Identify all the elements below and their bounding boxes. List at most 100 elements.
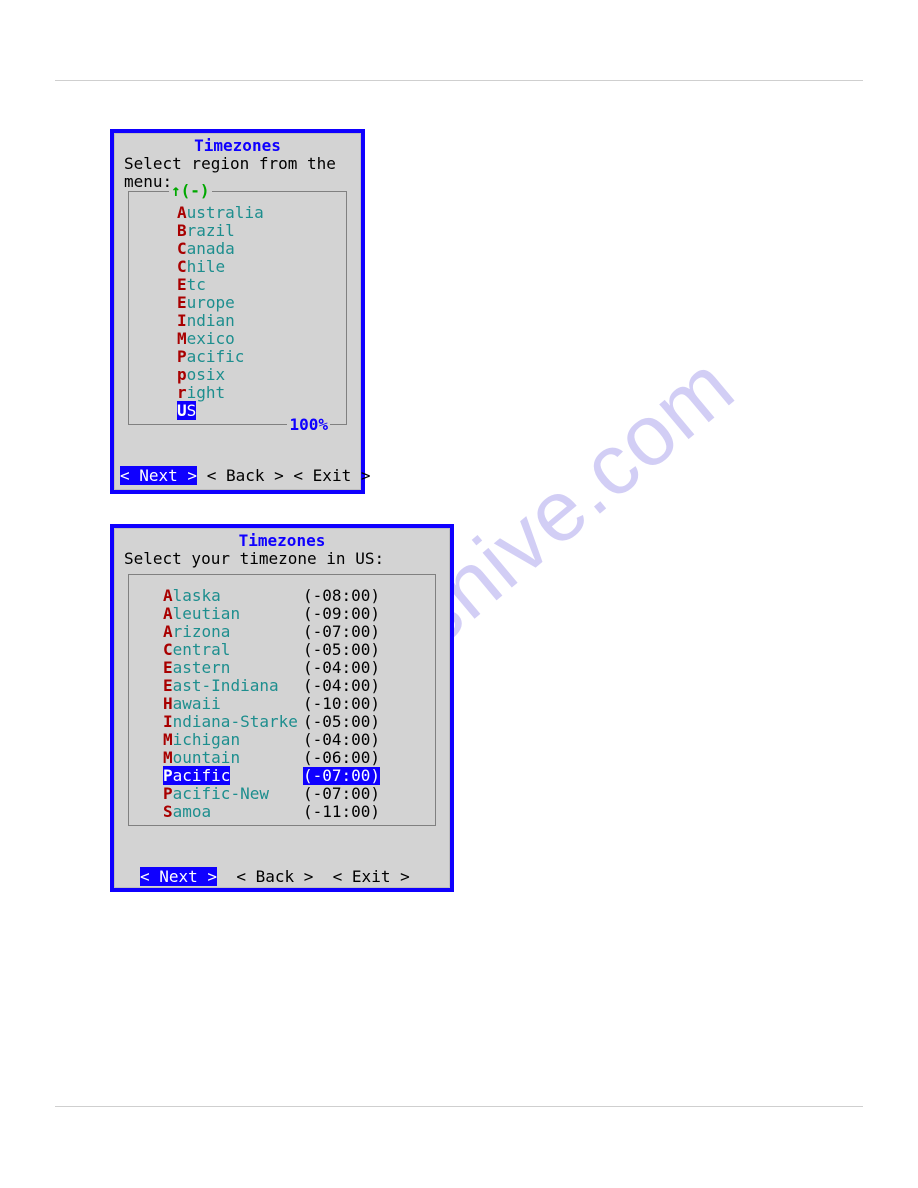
region-item[interactable]: Canada	[177, 240, 346, 258]
hotkey: E	[163, 676, 173, 695]
timezone-item[interactable]: Mountain (-06:00)	[163, 749, 435, 767]
hotkey: C	[177, 239, 187, 258]
next-button[interactable]: < Next >	[140, 867, 217, 886]
hotkey: A	[163, 622, 173, 641]
item-label: leutian	[173, 604, 240, 623]
page-divider-bottom	[55, 1106, 863, 1107]
region-item[interactable]: Brazil	[177, 222, 346, 240]
scroll-up-indicator: ↑(-)	[169, 182, 212, 200]
timezone-item[interactable]: Central (-05:00)	[163, 641, 435, 659]
page-divider-top	[55, 80, 863, 81]
dialog-panel: Timezones Select your timezone in US: Al…	[114, 528, 450, 888]
item-label: tc	[187, 275, 206, 294]
utc-offset: (-10:00)	[303, 695, 380, 713]
utc-offset: (-04:00)	[303, 731, 380, 749]
hotkey: E	[177, 293, 187, 312]
timezone-item[interactable]: Arizona (-07:00)	[163, 623, 435, 641]
timezone-item[interactable]: Alaska(-08:00)	[163, 587, 435, 605]
hotkey: A	[177, 203, 187, 222]
hotkey: S	[163, 802, 173, 821]
hotkey: E	[163, 658, 173, 677]
item-label: acific	[187, 347, 245, 366]
utc-offset: (-07:00)	[303, 623, 380, 641]
region-item[interactable]: Europe	[177, 294, 346, 312]
hotkey: U	[177, 401, 187, 420]
hotkey: I	[163, 712, 173, 731]
region-item[interactable]: Australia	[177, 204, 346, 222]
back-button[interactable]: < Back >	[236, 867, 313, 886]
exit-button[interactable]: < Exit >	[293, 466, 370, 485]
utc-offset: (-05:00)	[303, 641, 380, 659]
utc-offset: (-07:00)	[303, 767, 380, 785]
page: manualshive.com Timezones Select region …	[0, 0, 918, 1188]
timezone-item[interactable]: Pacific-New (-07:00)	[163, 785, 435, 803]
hotkey: B	[177, 221, 187, 240]
timezone-item[interactable]: East-Indiana(-04:00)	[163, 677, 435, 695]
region-list-frame: ↑(-) AustraliaBrazilCanadaChileEtcEurope…	[128, 191, 347, 425]
timezone-item[interactable]: Aleutian(-09:00)	[163, 605, 435, 623]
dialog-title: Timezones	[120, 137, 355, 155]
timezone-list[interactable]: Alaska(-08:00)Aleutian(-09:00)Arizona(-0…	[129, 585, 435, 823]
region-item[interactable]: Chile	[177, 258, 346, 276]
item-label: S	[187, 401, 197, 420]
timezone-item[interactable]: Samoa (-11:00)	[163, 803, 435, 821]
dialog-prompt: Select region from the menu:	[120, 155, 355, 191]
hotkey: E	[177, 275, 187, 294]
dialog-title: Timezones	[120, 532, 444, 550]
dialog-buttons: < Next > < Back > < Exit >	[120, 449, 355, 503]
item-label: ustralia	[187, 203, 264, 222]
timezones-region-dialog: Timezones Select region from the menu: ↑…	[110, 129, 365, 494]
dialog-buttons: < Next > < Back > < Exit >	[120, 850, 444, 904]
item-label: ight	[187, 383, 226, 402]
region-item[interactable]: Etc	[177, 276, 346, 294]
next-button[interactable]: < Next >	[120, 466, 197, 485]
region-item[interactable]: right	[177, 384, 346, 402]
timezone-item[interactable]: Michigan(-04:00)	[163, 731, 435, 749]
utc-offset: (-09:00)	[303, 605, 380, 623]
hotkey: P	[177, 347, 187, 366]
hotkey: r	[177, 383, 187, 402]
item-label: entral	[173, 640, 231, 659]
timezone-item[interactable]: Hawaii(-10:00)	[163, 695, 435, 713]
item-label: ndiana-Starke	[173, 712, 298, 731]
hotkey: P	[163, 784, 173, 803]
hotkey: I	[177, 311, 187, 330]
item-label: anada	[187, 239, 235, 258]
timezone-item[interactable]: Indiana-Starke (-05:00)	[163, 713, 435, 731]
dialog-panel: Timezones Select region from the menu: ↑…	[114, 133, 361, 490]
utc-offset: (-06:00)	[303, 749, 380, 767]
hotkey: H	[163, 694, 173, 713]
timezone-item[interactable]: Eastern(-04:00)	[163, 659, 435, 677]
back-button[interactable]: < Back >	[207, 466, 284, 485]
exit-button[interactable]: < Exit >	[333, 867, 410, 886]
item-label: acific-New	[173, 784, 269, 803]
region-item[interactable]: Pacific	[177, 348, 346, 366]
region-item[interactable]: posix	[177, 366, 346, 384]
hotkey: P	[163, 766, 173, 785]
region-list[interactable]: AustraliaBrazilCanadaChileEtcEuropeIndia…	[129, 202, 346, 422]
item-label: ountain	[173, 748, 240, 767]
timezones-us-dialog: Timezones Select your timezone in US: Al…	[110, 524, 454, 892]
item-label: laska	[173, 586, 221, 605]
item-label: exico	[187, 329, 235, 348]
hotkey: M	[163, 748, 173, 767]
hotkey: C	[177, 257, 187, 276]
dialog-prompt: Select your timezone in US:	[120, 550, 444, 568]
item-label: astern	[173, 658, 231, 677]
item-label: urope	[187, 293, 235, 312]
utc-offset: (-04:00)	[303, 677, 380, 695]
utc-offset: (-07:00)	[303, 785, 380, 803]
item-label: ichigan	[173, 730, 240, 749]
scroll-percent: 100%	[287, 416, 330, 434]
utc-offset: (-11:00)	[303, 803, 380, 821]
item-label: acific	[173, 766, 231, 785]
region-item[interactable]: Mexico	[177, 330, 346, 348]
region-item[interactable]: Indian	[177, 312, 346, 330]
item-label: rizona	[173, 622, 231, 641]
hotkey: C	[163, 640, 173, 659]
utc-offset: (-05:00)	[303, 713, 380, 731]
item-label: amoa	[173, 802, 212, 821]
timezone-item[interactable]: Pacific (-07:00)	[163, 767, 435, 785]
utc-offset: (-08:00)	[303, 587, 380, 605]
item-label: ndian	[187, 311, 235, 330]
